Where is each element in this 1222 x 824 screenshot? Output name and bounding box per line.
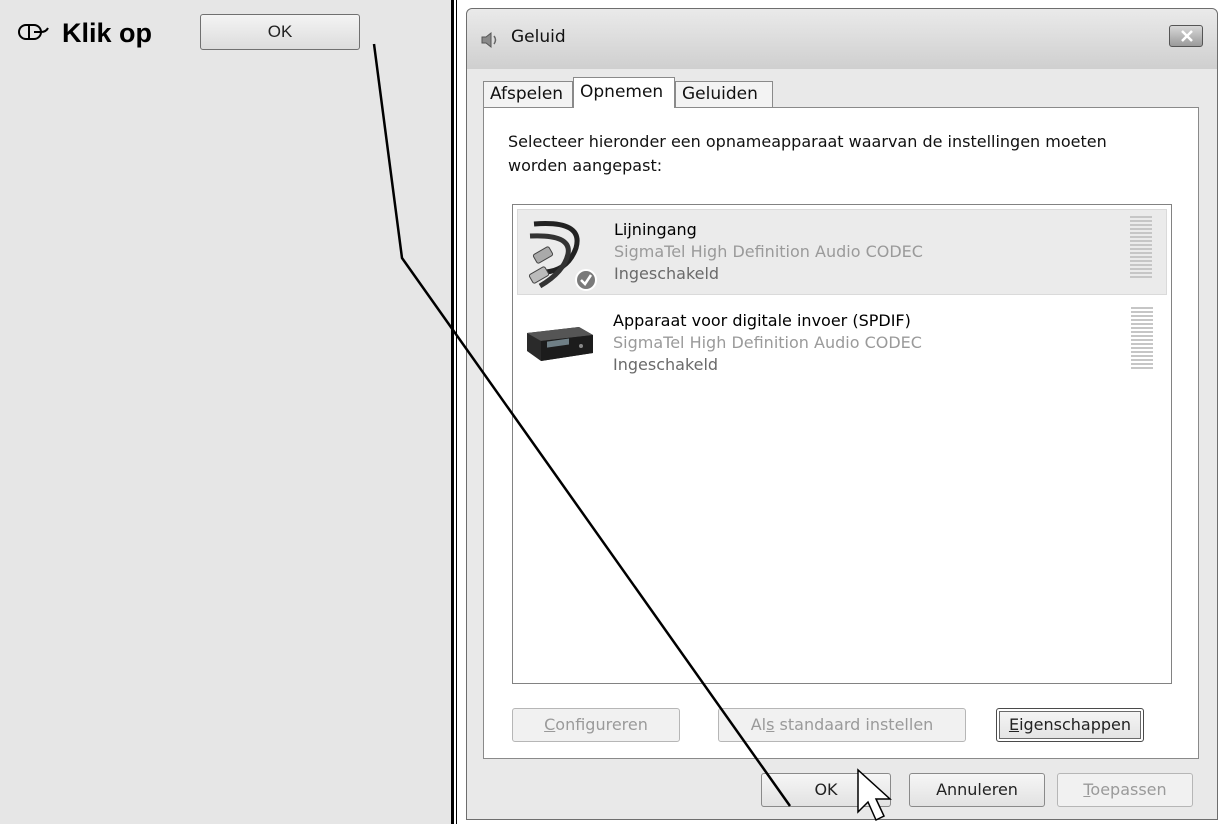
properties-button[interactable]: Eigenschappen — [996, 708, 1144, 742]
tab-afspelen[interactable]: Afspelen — [483, 81, 573, 107]
tab-opnemen[interactable]: Opnemen — [573, 77, 675, 108]
apply-button[interactable]: Toepassen — [1057, 773, 1193, 807]
panel-instruction: Selecteer hieronder een opnameapparaat w… — [508, 132, 1107, 175]
level-meter-icon — [1130, 216, 1152, 278]
title-bar[interactable]: Geluid — [467, 9, 1217, 69]
device-list[interactable]: Lijningang SigmaTel High Definition Audi… — [512, 204, 1172, 684]
device-item-line-in[interactable]: Lijningang SigmaTel High Definition Audi… — [517, 209, 1167, 295]
mouse-icon — [18, 24, 49, 40]
level-meter-icon — [1131, 307, 1153, 369]
tab-geluiden[interactable]: Geluiden — [675, 81, 773, 107]
speaker-icon — [481, 31, 497, 49]
device-name: Lijningang — [614, 220, 697, 239]
device-status: Ingeschakeld — [614, 264, 720, 283]
instruction-ok-button-image: OK — [200, 14, 360, 50]
device-driver: SigmaTel High Definition Audio CODEC — [613, 333, 922, 352]
close-button[interactable] — [1169, 25, 1203, 47]
audio-cable-icon — [528, 221, 597, 291]
instruction-column: Klik op OK — [0, 0, 451, 824]
device-item-spdif[interactable]: Apparaat voor digitale invoer (SPDIF) Si… — [517, 301, 1167, 387]
close-icon — [1181, 30, 1193, 42]
configure-button[interactable]: Configureren — [512, 708, 680, 742]
recording-tab-panel: Selecteer hieronder een opnameapparaat w… — [483, 107, 1199, 759]
dialog-title: Geluid — [511, 27, 566, 47]
device-status: Ingeschakeld — [613, 355, 719, 374]
cancel-button[interactable]: Annuleren — [909, 773, 1045, 807]
device-driver: SigmaTel High Definition Audio CODEC — [614, 242, 923, 261]
sound-dialog: Geluid Afspelen Opnemen Geluiden Selecte… — [466, 8, 1218, 820]
receiver-icon — [527, 327, 593, 361]
ok-button[interactable]: OK — [761, 773, 891, 807]
device-name: Apparaat voor digitale invoer (SPDIF) — [613, 311, 911, 330]
instruction-text: Klik op — [62, 18, 153, 48]
set-default-button[interactable]: Als standaard instellen — [718, 708, 966, 742]
